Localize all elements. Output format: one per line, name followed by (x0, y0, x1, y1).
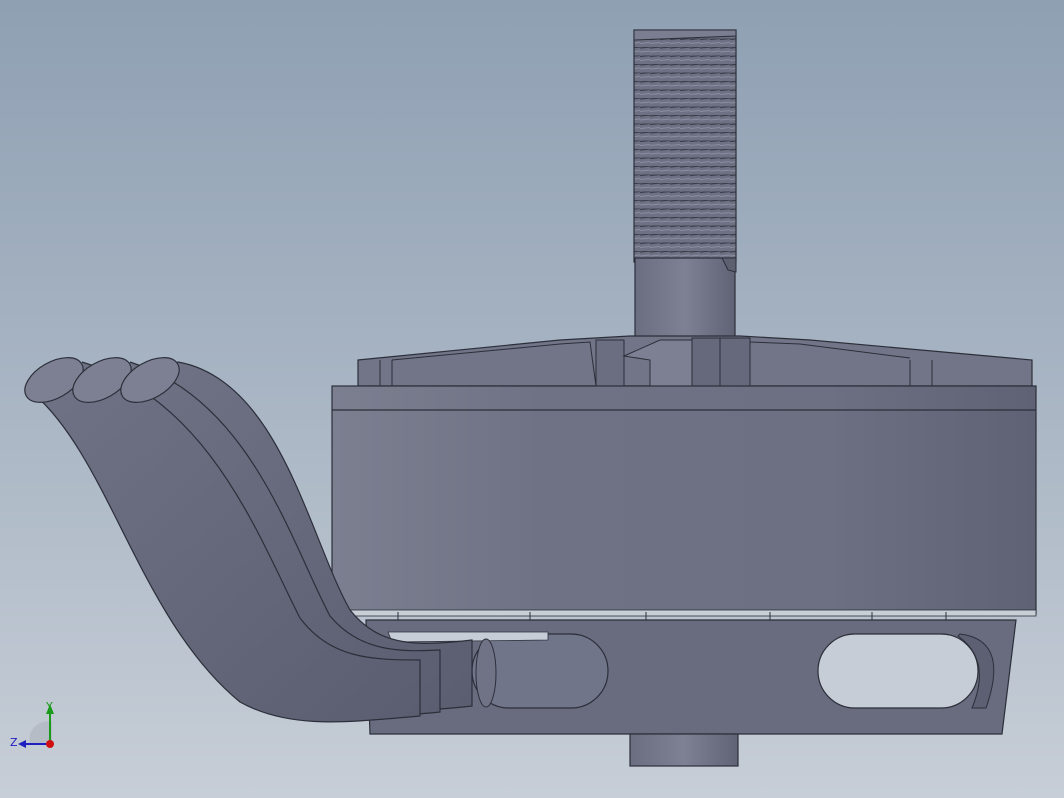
bottom-shaft[interactable] (629, 733, 739, 767)
z-axis-label: Z (10, 736, 18, 749)
view-triad: Y Z (10, 700, 54, 749)
y-axis-label: Y (45, 700, 53, 713)
z-axis-arrow-icon (18, 740, 26, 748)
threaded-shaft[interactable] (633, 29, 737, 339)
motor-model: Y Z (10, 29, 1037, 767)
origin-dot-icon (46, 740, 54, 748)
top-bell[interactable] (357, 335, 1033, 387)
cad-viewport[interactable]: Y Z (0, 0, 1064, 798)
motor-can[interactable] (331, 385, 1037, 620)
